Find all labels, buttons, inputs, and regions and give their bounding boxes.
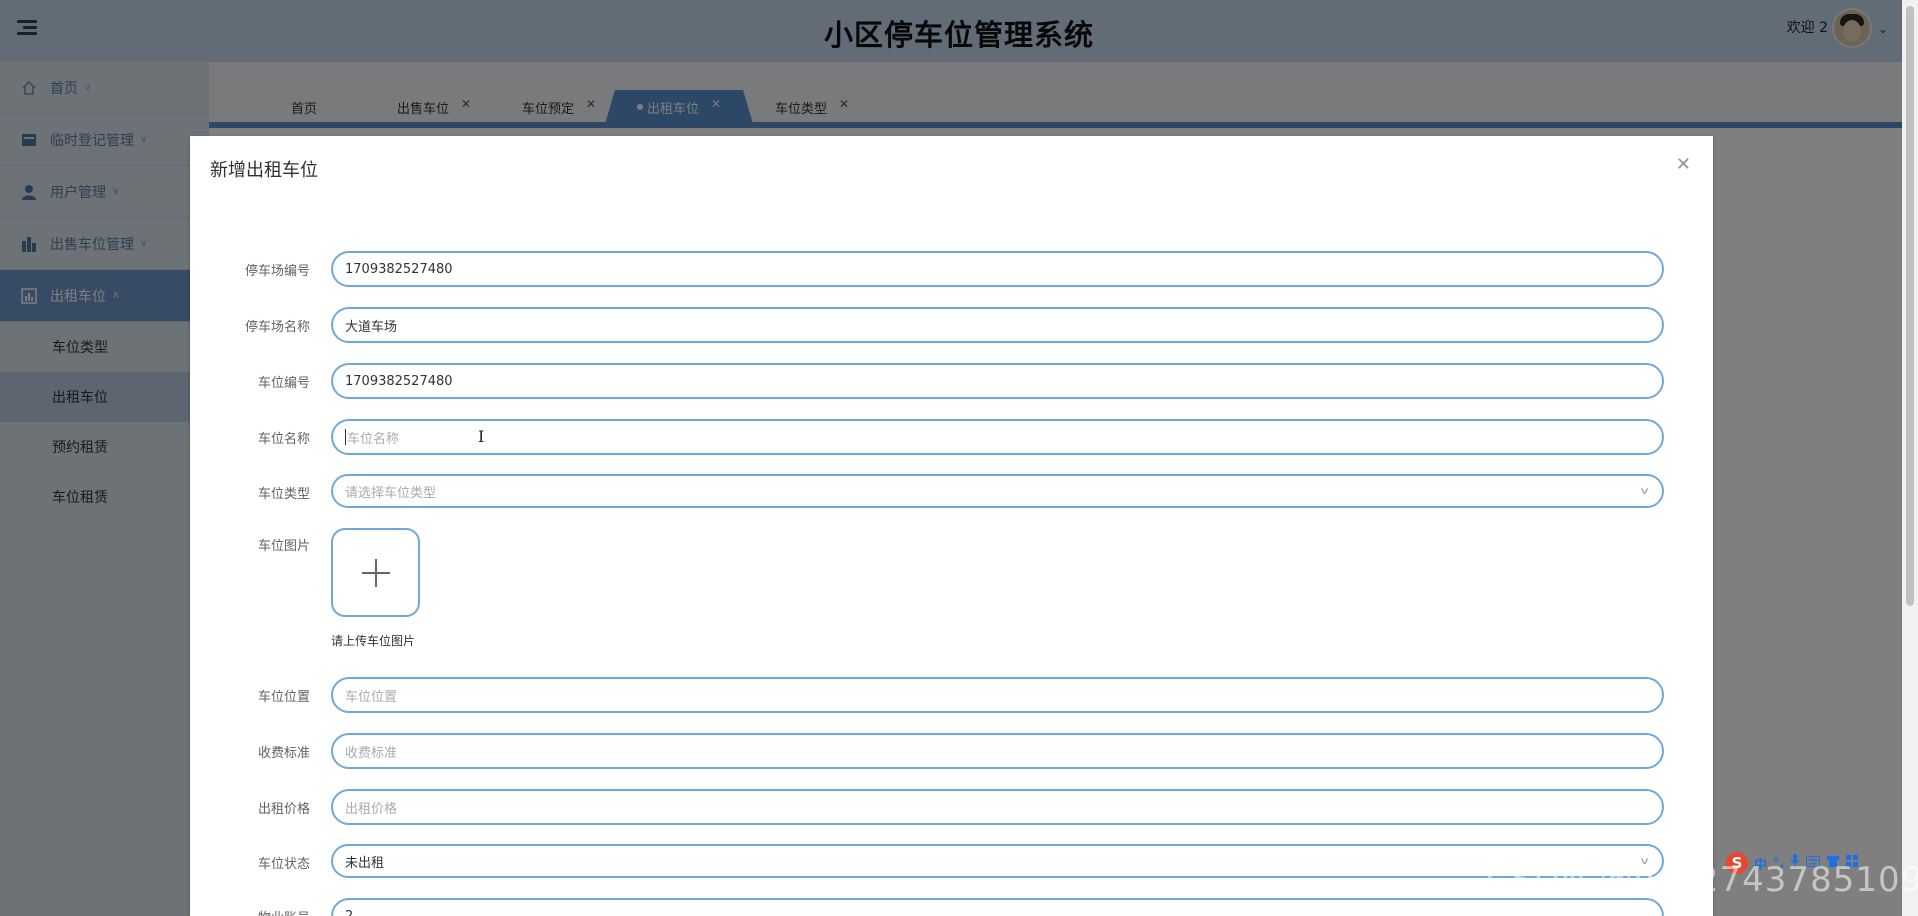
close-icon[interactable]: ✕ xyxy=(1676,154,1691,175)
field-label: 车位名称 xyxy=(257,432,310,447)
field-placeholder: 车位位置 xyxy=(345,689,398,705)
property-account-input[interactable]: 2 xyxy=(331,898,1664,916)
field-placeholder: 车位名称 xyxy=(347,431,400,447)
space-status-select[interactable]: 未出租 ∨ xyxy=(331,844,1664,878)
field-value: 2 xyxy=(345,908,354,916)
fee-standard-input[interactable]: 收费标准 xyxy=(331,733,1664,769)
field-value: 1709382527480 xyxy=(345,373,453,389)
field-label: 停车场名称 xyxy=(244,320,310,335)
scrollbar-thumb[interactable] xyxy=(1906,6,1914,606)
space-type-select[interactable]: 请选择车位类型 ∨ xyxy=(331,474,1664,508)
field-label: 车位编号 xyxy=(257,376,310,391)
chevron-down-icon: ∨ xyxy=(1638,486,1651,497)
field-value: 未出租 xyxy=(345,855,385,871)
image-upload-button[interactable] xyxy=(331,528,420,617)
space-number-input[interactable]: 1709382527480 xyxy=(331,363,1664,399)
parking-lot-number-input[interactable]: 1709382527480 xyxy=(331,251,1664,287)
field-label: 停车场编号 xyxy=(244,264,310,279)
rent-price-input[interactable]: 出租价格 xyxy=(331,789,1664,825)
page-scrollbar[interactable] xyxy=(1902,0,1918,916)
field-label: 车位位置 xyxy=(257,690,310,705)
field-value: 大道车场 xyxy=(345,319,398,335)
field-label: 物业账号 xyxy=(190,907,310,916)
field-label: 车位类型 xyxy=(257,487,310,502)
field-value: 1709382527480 xyxy=(345,261,453,277)
text-cursor-icon: I xyxy=(478,427,485,446)
field-label: 出租价格 xyxy=(257,802,310,817)
field-label: 车位图片 xyxy=(257,539,310,554)
upload-tip: 请上传车位图片 xyxy=(331,634,416,648)
field-placeholder: 出租价格 xyxy=(345,801,398,817)
parking-lot-name-input[interactable]: 大道车场 xyxy=(331,307,1664,343)
field-label: 车位状态 xyxy=(257,857,310,872)
add-rent-parking-dialog: 新增出租车位 ✕ 停车场编号 1709382527480 停车场名称 大道车场 … xyxy=(190,136,1713,916)
field-label: 收费标准 xyxy=(257,746,310,761)
text-caret xyxy=(345,429,346,445)
space-name-input[interactable]: 车位名称 xyxy=(331,419,1664,455)
field-placeholder: 请选择车位类型 xyxy=(345,485,437,501)
watermark: CSDN @qq_2743785109 xyxy=(1486,860,1918,900)
dialog-title: 新增出租车位 xyxy=(210,160,318,181)
space-location-input[interactable]: 车位位置 xyxy=(331,677,1664,713)
field-placeholder: 收费标准 xyxy=(345,745,398,761)
